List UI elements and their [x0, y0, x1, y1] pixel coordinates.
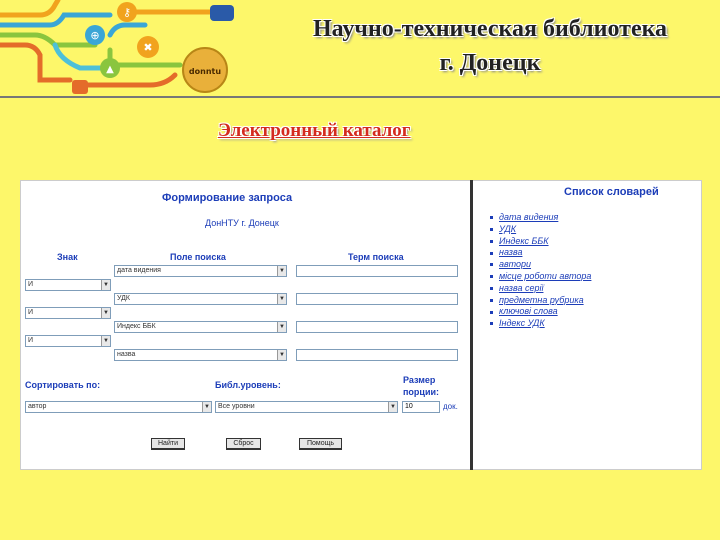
section-title[interactable]: Электронный каталог — [218, 120, 410, 142]
chevron-down-icon: ▼ — [202, 402, 211, 412]
chevron-down-icon: ▼ — [277, 266, 286, 276]
svg-text:⚷: ⚷ — [123, 6, 131, 19]
help-button[interactable]: Помощь — [299, 438, 342, 450]
bullet-icon — [490, 216, 493, 220]
library-logo: ⚷ ⊕ ✖ ▲ donntu — [0, 0, 234, 94]
svg-text:donntu: donntu — [189, 67, 221, 76]
bullet-icon — [490, 227, 493, 231]
term-input-1[interactable] — [296, 265, 458, 277]
level-label: Библ.уровень: — [215, 380, 281, 390]
print-icon — [210, 5, 234, 21]
page-title-line2: г. Донецк — [439, 50, 541, 76]
dictionary-link[interactable]: предметна рубрика — [499, 295, 584, 305]
portion-label-2: порции: — [403, 387, 440, 397]
dictionaries-list: дата видения УДК Индекс ББК назва автори… — [490, 212, 591, 330]
reset-button[interactable]: Сброс — [226, 438, 261, 450]
list-item: Индекс ББК — [490, 236, 591, 248]
page-title-line1: Научно-техническая библиотека — [312, 16, 668, 42]
chevron-down-icon: ▼ — [101, 280, 110, 290]
list-item: місце роботи автора — [490, 271, 591, 283]
chevron-down-icon: ▼ — [101, 308, 110, 318]
field-select-2[interactable]: УДК ▼ — [114, 293, 287, 305]
chevron-down-icon: ▼ — [277, 322, 286, 332]
list-item: назва — [490, 247, 591, 259]
field-select-4[interactable]: назва ▼ — [114, 349, 287, 361]
dictionary-link[interactable]: назва — [499, 247, 522, 257]
dictionaries-title: Список словарей — [564, 186, 659, 198]
list-item: назва серії — [490, 283, 591, 295]
chevron-down-icon: ▼ — [388, 402, 397, 412]
svg-text:▲: ▲ — [106, 64, 114, 75]
panel-divider — [470, 180, 473, 470]
list-item: УДК — [490, 224, 591, 236]
dictionary-link[interactable]: Индекс ББК — [499, 236, 549, 246]
bullet-icon — [490, 251, 493, 255]
bullet-icon — [490, 239, 493, 243]
dictionary-link[interactable]: дата видения — [499, 212, 558, 222]
sort-label: Сортировать по: — [25, 380, 101, 390]
list-item: предметна рубрика — [490, 295, 591, 307]
col-sign-header: Знак — [57, 252, 78, 262]
dictionary-link[interactable]: назва серії — [499, 283, 543, 293]
svg-text:✖: ✖ — [143, 41, 152, 54]
field-select-3[interactable]: Индекс ББК ▼ — [114, 321, 287, 333]
portion-input[interactable]: 10 — [402, 401, 440, 413]
dictionary-link[interactable]: Індекс УДК — [499, 318, 545, 328]
bullet-icon — [490, 310, 493, 314]
term-input-4[interactable] — [296, 349, 458, 361]
list-item: автори — [490, 259, 591, 271]
bullet-icon — [490, 322, 493, 326]
find-button[interactable]: Найти — [151, 438, 185, 450]
portion-unit: док. — [443, 402, 458, 411]
form-title: Формирование запроса — [162, 192, 293, 204]
bullet-icon — [490, 263, 493, 267]
chevron-down-icon: ▼ — [277, 350, 286, 360]
header-divider — [0, 96, 720, 98]
level-select[interactable]: Все уровни ▼ — [215, 401, 398, 413]
dictionary-link[interactable]: УДК — [499, 224, 516, 234]
list-item: ключові слова — [490, 306, 591, 318]
term-input-3[interactable] — [296, 321, 458, 333]
sign-select-3[interactable]: И ▼ — [25, 307, 111, 319]
svg-text:⊕: ⊕ — [90, 29, 99, 42]
dictionary-link[interactable]: місце роботи автора — [499, 271, 591, 281]
term-input-2[interactable] — [296, 293, 458, 305]
col-term-header: Терм поиска — [348, 252, 404, 262]
pc-icon — [72, 80, 88, 94]
portion-label-1: Размер — [403, 375, 436, 385]
form-subtitle: ДонНТУ г. Донецк — [205, 218, 279, 228]
dictionary-link[interactable]: ключові слова — [499, 306, 558, 316]
sign-select-4[interactable]: И ▼ — [25, 335, 111, 347]
col-field-header: Поле поиска — [170, 252, 226, 262]
bullet-icon — [490, 286, 493, 290]
list-item: Індекс УДК — [490, 318, 591, 330]
chevron-down-icon: ▼ — [277, 294, 286, 304]
list-item: дата видения — [490, 212, 591, 224]
sort-select[interactable]: автор ▼ — [25, 401, 212, 413]
field-select-1[interactable]: дата видения ▼ — [114, 265, 287, 277]
bullet-icon — [490, 298, 493, 302]
chevron-down-icon: ▼ — [101, 336, 110, 346]
sign-select-2[interactable]: И ▼ — [25, 279, 111, 291]
bullet-icon — [490, 275, 493, 279]
dictionary-link[interactable]: автори — [499, 259, 531, 269]
